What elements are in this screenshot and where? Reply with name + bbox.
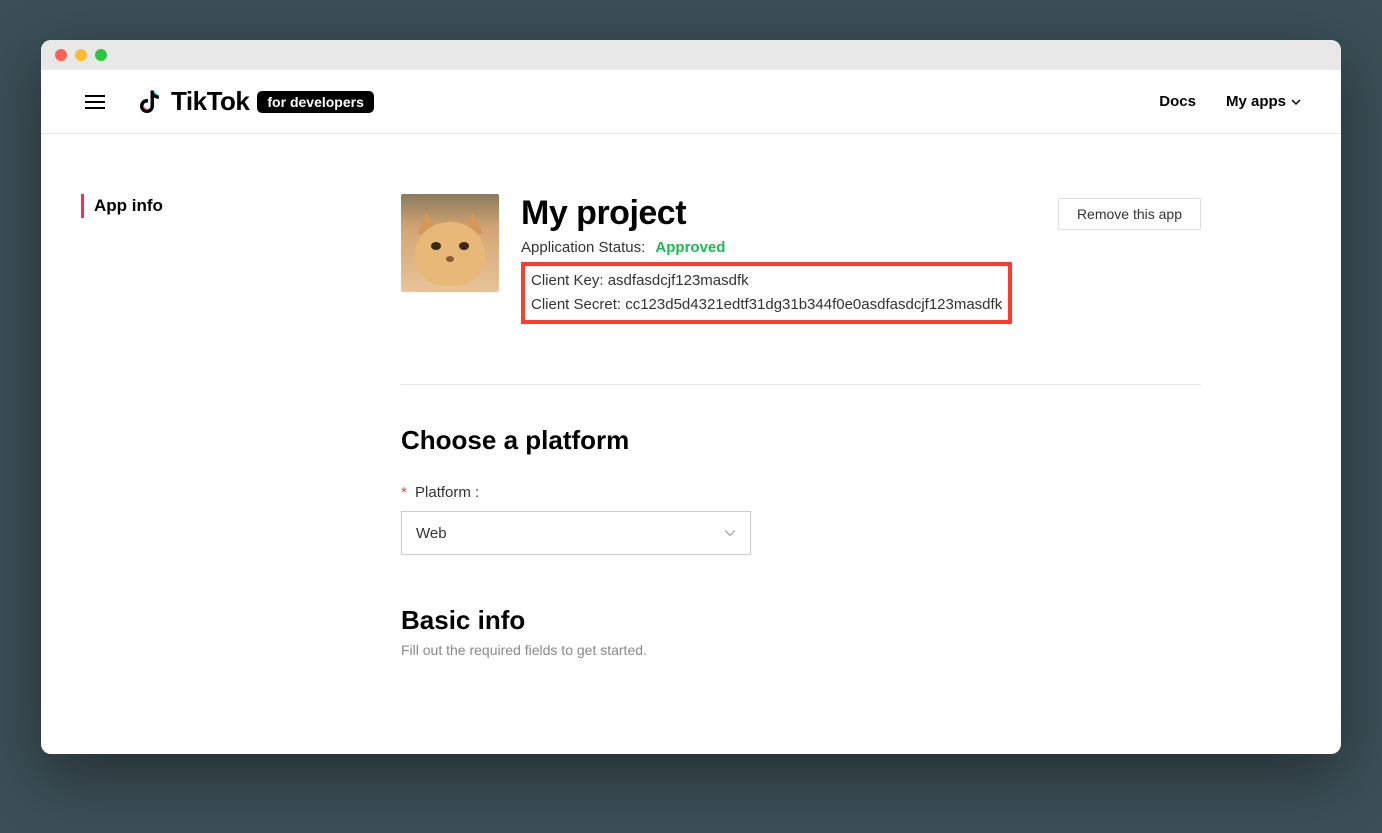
client-secret-label: Client Secret: <box>531 296 621 313</box>
status-badge: Approved <box>655 239 725 256</box>
nav-docs[interactable]: Docs <box>1159 93 1196 110</box>
chevron-down-icon <box>1291 97 1301 107</box>
platform-section-title: Choose a platform <box>401 425 1201 456</box>
status-row: Application Status: Approved <box>521 239 1201 256</box>
header-left: TikTok for developers <box>81 86 374 117</box>
status-label: Application Status: <box>521 239 645 256</box>
client-secret-value: cc123d5d4321edtf31dg31b344f0e0asdfasdcjf… <box>625 296 1002 313</box>
sidebar: App info <box>81 194 341 714</box>
client-key-value: asdfasdcjf123masdfk <box>608 272 749 289</box>
sidebar-item-app-info[interactable]: App info <box>81 194 341 218</box>
basic-info-subtitle: Fill out the required fields to get star… <box>401 642 1201 658</box>
platform-select[interactable]: Web <box>401 511 751 555</box>
app-avatar <box>401 194 499 292</box>
brand-name: TikTok <box>171 86 249 117</box>
basic-info-title: Basic info <box>401 605 1201 636</box>
brand-badge: for developers <box>257 91 373 113</box>
divider <box>401 384 1201 385</box>
platform-field-label: * Platform : <box>401 484 1201 501</box>
brand-logo[interactable]: TikTok for developers <box>137 86 374 117</box>
remove-app-button[interactable]: Remove this app <box>1058 198 1201 230</box>
main-panel: My project Application Status: Approved … <box>401 194 1201 714</box>
client-secret-row: Client Secret: cc123d5d4321edtf31dg31b34… <box>531 293 1002 317</box>
platform-selected-value: Web <box>416 525 447 542</box>
header-right: Docs My apps <box>1159 93 1301 110</box>
client-key-label: Client Key: <box>531 272 604 289</box>
window-minimize-button[interactable] <box>75 49 87 61</box>
required-asterisk: * <box>401 484 407 501</box>
client-key-row: Client Key: asdfasdcjf123masdfk <box>531 269 1002 293</box>
content-area: App info My project Application Status: … <box>41 134 1341 754</box>
tiktok-icon <box>137 88 163 116</box>
basic-info-section: Basic info Fill out the required fields … <box>401 605 1201 658</box>
credentials-highlight: Client Key: asdfasdcjf123masdfk Client S… <box>521 262 1012 324</box>
mac-titlebar <box>41 40 1341 70</box>
nav-myapps-label: My apps <box>1226 93 1286 110</box>
window-close-button[interactable] <box>55 49 67 61</box>
chevron-down-icon <box>724 527 736 539</box>
app-window: TikTok for developers Docs My apps App i… <box>41 40 1341 754</box>
platform-label-text: Platform <box>415 484 471 501</box>
nav-myapps[interactable]: My apps <box>1226 93 1301 110</box>
top-header: TikTok for developers Docs My apps <box>41 70 1341 134</box>
menu-icon[interactable] <box>81 91 109 113</box>
window-maximize-button[interactable] <box>95 49 107 61</box>
app-header: My project Application Status: Approved … <box>401 194 1201 324</box>
